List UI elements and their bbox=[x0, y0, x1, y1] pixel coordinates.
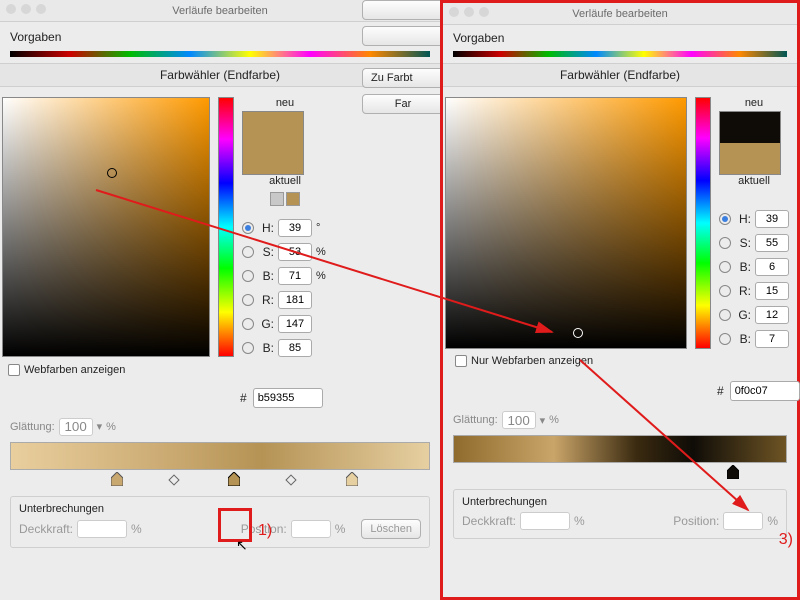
radio-s[interactable] bbox=[242, 246, 254, 258]
position-input[interactable] bbox=[291, 520, 331, 538]
opacity-input[interactable] bbox=[520, 512, 570, 530]
radio-bl[interactable] bbox=[719, 333, 731, 345]
color-stop[interactable] bbox=[346, 472, 358, 486]
input-g[interactable] bbox=[278, 315, 312, 333]
color-stop-active[interactable] bbox=[727, 465, 739, 479]
current-label: aktuell bbox=[719, 175, 789, 187]
radio-r[interactable] bbox=[242, 294, 254, 306]
window-controls[interactable] bbox=[449, 7, 489, 17]
saturation-field[interactable] bbox=[2, 97, 210, 357]
picker-title: Farbwähler (Endfarbe) bbox=[560, 68, 680, 82]
color-stop-active[interactable] bbox=[228, 472, 240, 486]
hash-label: # bbox=[717, 384, 724, 398]
presets-label: Vorgaben bbox=[10, 30, 61, 44]
ok-button[interactable] bbox=[362, 0, 444, 20]
color-marker[interactable] bbox=[573, 328, 583, 338]
hex-input[interactable] bbox=[730, 381, 800, 401]
radio-s[interactable] bbox=[719, 237, 731, 249]
new-label: neu bbox=[719, 97, 789, 109]
input-g[interactable] bbox=[755, 306, 789, 324]
gradient-preview[interactable] bbox=[453, 435, 787, 463]
annotation-3: 3) bbox=[779, 531, 793, 549]
stops-section-label: Unterbrechungen bbox=[462, 496, 547, 508]
annotation-1: 1) bbox=[258, 522, 272, 540]
hue-slider[interactable] bbox=[695, 97, 711, 349]
hsv-fields: H: S: B: R: G: B: bbox=[719, 207, 789, 351]
picker-title: Farbwähler (Endfarbe) bbox=[160, 68, 280, 82]
midpoint[interactable] bbox=[286, 474, 297, 485]
color-stop[interactable] bbox=[111, 472, 123, 486]
presets-label: Vorgaben bbox=[453, 31, 504, 45]
cursor-icon: ↖ bbox=[236, 537, 248, 554]
color-marker[interactable] bbox=[107, 168, 117, 178]
websafe-checkbox[interactable] bbox=[455, 355, 467, 367]
smoothing-input[interactable] bbox=[59, 418, 93, 436]
radio-g[interactable] bbox=[719, 309, 731, 321]
color-libs-button[interactable]: Far bbox=[362, 94, 444, 114]
websafe-label: Nur Webfarben anzeigen bbox=[471, 355, 593, 367]
window-titlebar: Verläufe bearbeiten bbox=[443, 3, 797, 25]
opacity-input[interactable] bbox=[77, 520, 127, 538]
smoothing-input[interactable] bbox=[502, 411, 536, 429]
saturation-field[interactable] bbox=[445, 97, 687, 349]
radio-bl[interactable] bbox=[242, 342, 254, 354]
input-r[interactable] bbox=[755, 282, 789, 300]
midpoint[interactable] bbox=[168, 474, 179, 485]
window-controls[interactable] bbox=[6, 4, 46, 14]
new-label: neu bbox=[242, 97, 328, 109]
current-label: aktuell bbox=[242, 175, 328, 187]
hsv-fields: H:° S:% B:% R: G: B: bbox=[242, 216, 328, 360]
window-title: Verläufe bearbeiten bbox=[172, 5, 267, 17]
input-br[interactable] bbox=[278, 267, 312, 285]
radio-h[interactable] bbox=[719, 213, 731, 225]
hue-slider[interactable] bbox=[218, 97, 234, 357]
window-title: Verläufe bearbeiten bbox=[572, 8, 667, 20]
websafe-checkbox[interactable] bbox=[8, 364, 20, 376]
gradient-stops[interactable] bbox=[10, 470, 430, 490]
input-h[interactable] bbox=[755, 210, 789, 228]
stops-section-label: Unterbrechungen bbox=[19, 503, 104, 515]
radio-r[interactable] bbox=[719, 285, 731, 297]
input-bl[interactable] bbox=[755, 330, 789, 348]
radio-g[interactable] bbox=[242, 318, 254, 330]
input-br[interactable] bbox=[755, 258, 789, 276]
websafe-label: Webfarben anzeigen bbox=[24, 364, 125, 376]
input-s[interactable] bbox=[755, 234, 789, 252]
gradient-preview[interactable] bbox=[10, 442, 430, 470]
color-swatch bbox=[719, 111, 781, 175]
preset-strip[interactable] bbox=[453, 51, 787, 57]
position-input[interactable] bbox=[723, 512, 763, 530]
input-r[interactable] bbox=[278, 291, 312, 309]
hex-input[interactable] bbox=[253, 388, 323, 408]
radio-h[interactable] bbox=[242, 222, 254, 234]
input-h[interactable] bbox=[278, 219, 312, 237]
hash-label: # bbox=[240, 391, 247, 405]
input-s[interactable] bbox=[278, 243, 312, 261]
nearest-swatch[interactable] bbox=[286, 192, 300, 206]
delete-button[interactable]: Löschen bbox=[361, 519, 421, 539]
gradient-stops[interactable] bbox=[453, 463, 787, 483]
radio-b[interactable] bbox=[719, 261, 731, 273]
input-bl[interactable] bbox=[278, 339, 312, 357]
cube-icon[interactable] bbox=[270, 192, 284, 206]
color-swatch bbox=[242, 111, 304, 175]
add-to-swatches-button[interactable]: Zu Farbt bbox=[362, 68, 444, 88]
radio-b[interactable] bbox=[242, 270, 254, 282]
cancel-button[interactable] bbox=[362, 26, 444, 46]
